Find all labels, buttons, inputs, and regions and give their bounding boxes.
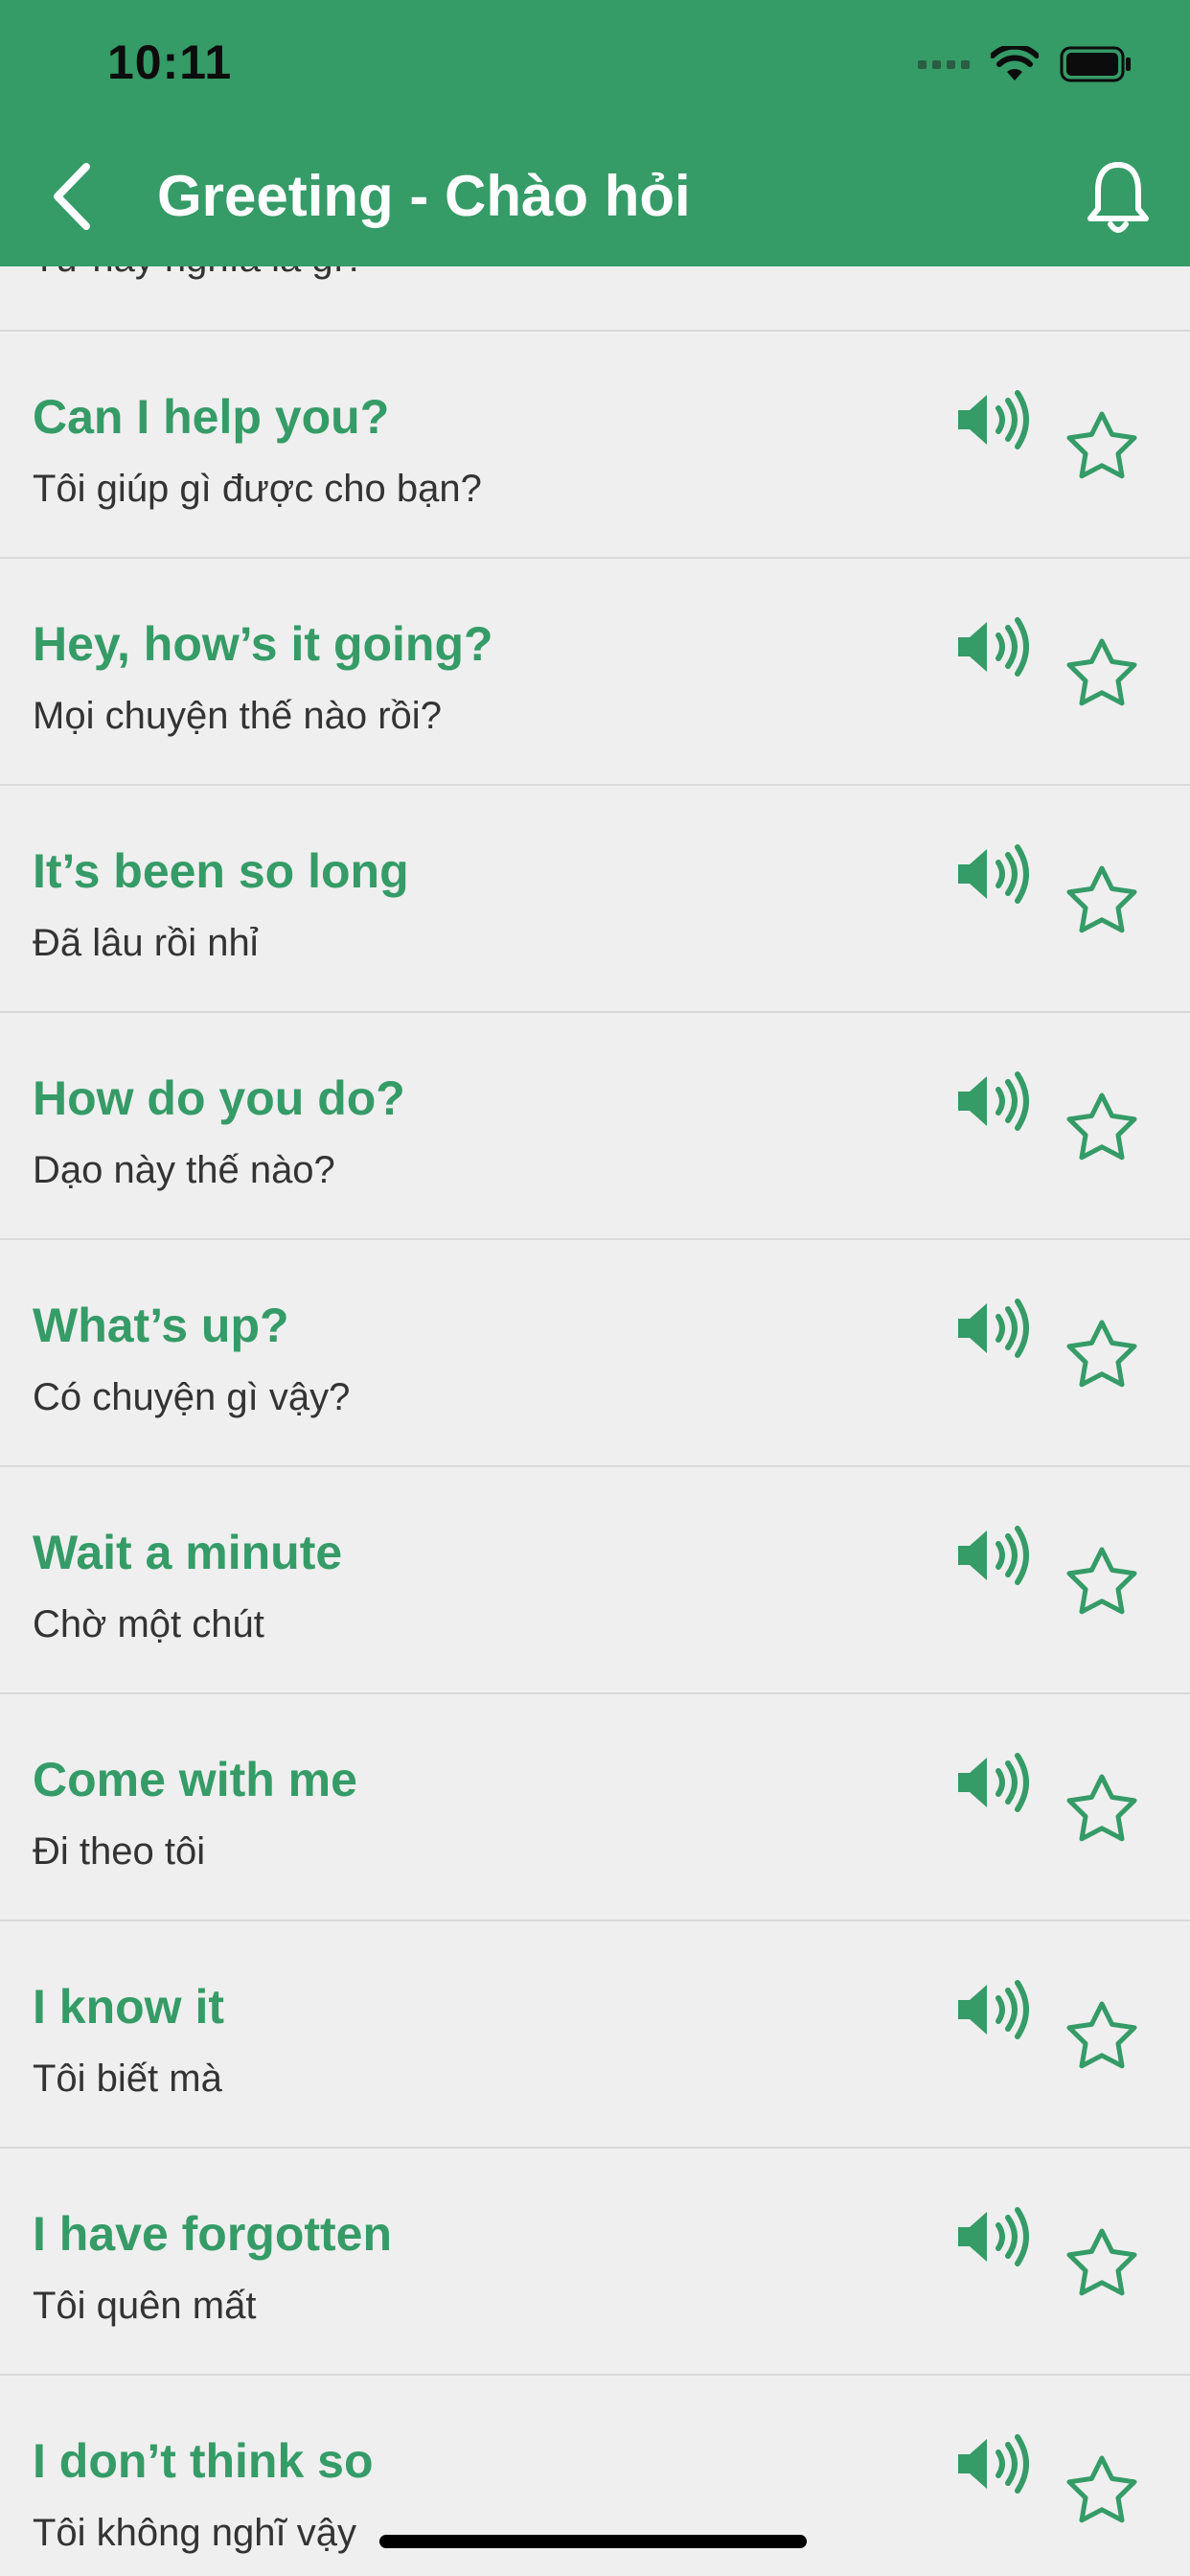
phrase-english: I have forgotten bbox=[33, 2207, 393, 2261]
phrase-english: Wait a minute bbox=[33, 1526, 343, 1579]
speaker-icon[interactable] bbox=[954, 843, 1033, 905]
status-bar: 10:11 bbox=[0, 0, 1190, 126]
star-icon[interactable] bbox=[1062, 862, 1142, 943]
phrase-translation: Đã lâu rồi nhỉ bbox=[33, 922, 259, 964]
speaker-icon[interactable] bbox=[954, 2433, 1033, 2495]
phrase-translation: Đi theo tôi bbox=[33, 1830, 206, 1873]
battery-icon bbox=[1060, 46, 1131, 82]
speaker-icon[interactable] bbox=[954, 2206, 1033, 2267]
nav-header: Greeting - Chào hỏi bbox=[0, 126, 1190, 266]
list-item[interactable]: Hey, how’s it going? Mọi chuyện thế nào r… bbox=[0, 559, 1190, 786]
phrase-translation: Mọi chuyện thế nào rồi? bbox=[33, 695, 442, 737]
list-item[interactable]: Từ này nghĩa là gì? bbox=[0, 266, 1190, 332]
wifi-icon bbox=[991, 46, 1039, 80]
list-item[interactable]: It’s been so long Đã lâu rồi nhỉ bbox=[0, 786, 1190, 1013]
speaker-icon[interactable] bbox=[954, 1752, 1033, 1813]
star-icon[interactable] bbox=[1062, 635, 1142, 716]
status-time: 10:11 bbox=[107, 35, 233, 89]
bell-icon bbox=[1087, 162, 1149, 233]
phrase-english: Come with me bbox=[33, 1753, 357, 1806]
phrase-translation: Chờ một chút bbox=[33, 1603, 264, 1645]
home-indicator bbox=[379, 2535, 807, 2548]
star-icon[interactable] bbox=[1062, 1544, 1142, 1624]
list-item[interactable]: Can I help you? Tôi giúp gì được cho bạn? bbox=[0, 332, 1190, 559]
phrase-translation: Tôi biết mà bbox=[33, 2058, 222, 2100]
star-icon[interactable] bbox=[1062, 1317, 1142, 1397]
phrase-english: Can I help you? bbox=[33, 390, 390, 444]
speaker-icon[interactable] bbox=[954, 389, 1033, 450]
list-item[interactable]: What’s up? Có chuyện gì vậy? bbox=[0, 1240, 1190, 1467]
star-icon[interactable] bbox=[1062, 2452, 1142, 2533]
list-item[interactable]: Wait a minute Chờ một chút bbox=[0, 1467, 1190, 1694]
phrase-translation: Từ này nghĩa là gì? bbox=[33, 266, 365, 281]
speaker-icon[interactable] bbox=[954, 1298, 1033, 1359]
phrase-english: Hey, how’s it going? bbox=[33, 617, 493, 671]
phrase-english: How do you do? bbox=[33, 1071, 405, 1125]
phrase-translation: Tôi không nghĩ vậy bbox=[33, 2512, 356, 2554]
cellular-signal-icon bbox=[918, 59, 970, 69]
phrase-translation: Có chuyện gì vậy? bbox=[33, 1376, 351, 1418]
star-icon[interactable] bbox=[1062, 1771, 1142, 1852]
speaker-icon[interactable] bbox=[954, 616, 1033, 678]
phrase-english: I know it bbox=[33, 1980, 224, 2034]
phrase-translation: Dạo này thế nào? bbox=[33, 1149, 335, 1191]
phrase-english: What’s up? bbox=[33, 1299, 289, 1352]
star-icon[interactable] bbox=[1062, 1090, 1142, 1170]
speaker-icon[interactable] bbox=[954, 1525, 1033, 1586]
phrase-english: I don’t think so bbox=[33, 2434, 374, 2488]
chevron-left-icon bbox=[54, 163, 90, 230]
back-button[interactable] bbox=[38, 153, 125, 240]
phrase-list[interactable]: Từ này nghĩa là gì? Can I help you? Tôi g… bbox=[0, 266, 1190, 2576]
status-icons bbox=[918, 42, 1133, 86]
list-item[interactable]: I know it Tôi biết mà bbox=[0, 1921, 1190, 2149]
notification-button[interactable] bbox=[1075, 155, 1161, 242]
list-item[interactable]: I have forgotten Tôi quên mất bbox=[0, 2149, 1190, 2376]
list-item[interactable]: Come with me Đi theo tôi bbox=[0, 1694, 1190, 1921]
star-icon[interactable] bbox=[1062, 1998, 1142, 2079]
phrase-english: It’s been so long bbox=[33, 844, 409, 898]
page-title: Greeting - Chào hỏi bbox=[157, 164, 691, 228]
speaker-icon[interactable] bbox=[954, 1979, 1033, 2040]
list-item[interactable]: How do you do? Dạo này thế nào? bbox=[0, 1013, 1190, 1240]
speaker-icon[interactable] bbox=[954, 1070, 1033, 1132]
star-icon[interactable] bbox=[1062, 2225, 1142, 2306]
star-icon[interactable] bbox=[1062, 408, 1142, 489]
phrase-translation: Tôi quên mất bbox=[33, 2285, 257, 2327]
phrase-translation: Tôi giúp gì được cho bạn? bbox=[33, 468, 482, 510]
